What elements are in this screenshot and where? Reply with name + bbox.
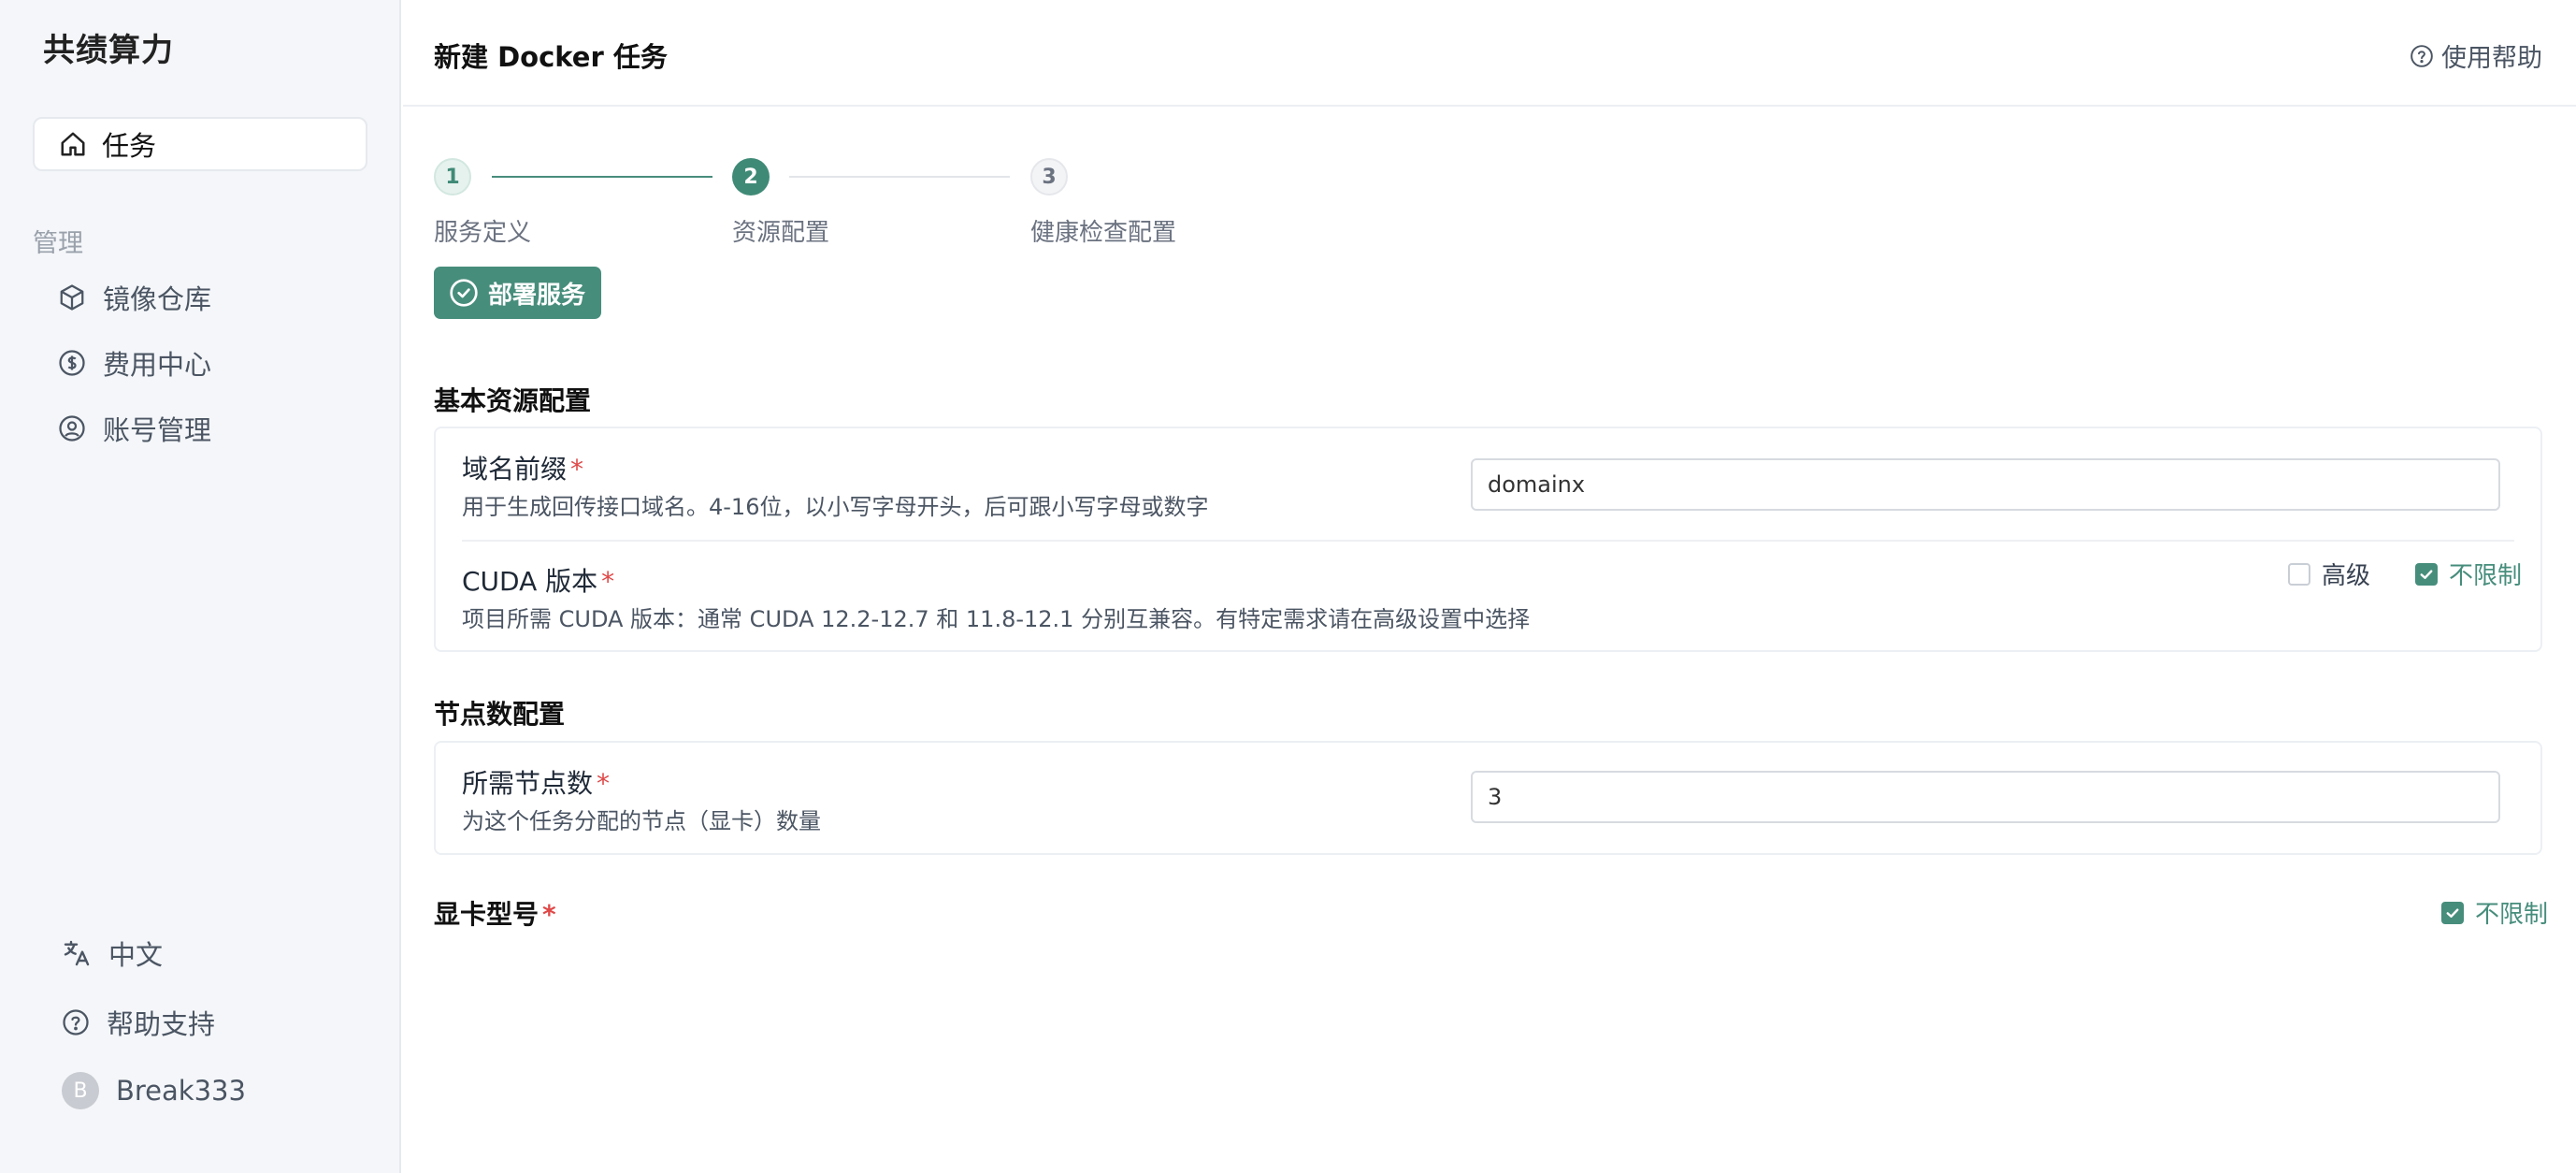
step-3-circle[interactable]: 3 — [1030, 158, 1068, 196]
sidebar-item-label: 镜像仓库 — [103, 283, 212, 315]
home-icon — [59, 130, 87, 158]
page-header: 新建 Docker 任务 使用帮助 — [403, 0, 2576, 107]
gpu-unlimited-label: 不限制 — [2475, 901, 2549, 929]
brand-logo-text: 共绩算力 — [43, 32, 174, 69]
cuda-version-description: 项目所需 CUDA 版本：通常 CUDA 12.2-12.7 和 11.8-12… — [462, 606, 1531, 632]
step-connector — [492, 176, 712, 178]
avatar: B — [62, 1072, 99, 1109]
sidebar-item-tasks[interactable]: 任务 — [33, 117, 367, 171]
usage-help-label: 使用帮助 — [2441, 44, 2542, 73]
gpu-model-heading-text: 显卡型号 — [434, 899, 540, 930]
gpu-unlimited-checkbox[interactable]: 不限制 — [2441, 895, 2548, 930]
sidebar-section-title: 管理 — [33, 229, 83, 258]
deploy-service-label: 部署服务 — [488, 281, 586, 310]
node-count-input[interactable] — [1471, 771, 2500, 823]
required-mark: * — [542, 899, 556, 930]
cuda-version-label-text: CUDA 版本 — [462, 566, 598, 597]
cuda-advanced-checkbox[interactable]: 高级 — [2288, 557, 2370, 591]
step-2-label: 资源配置 — [732, 219, 830, 247]
sidebar: 共绩算力 任务 管理 镜像仓库 费用中心 账号管理 中文 帮助支持 B Brea… — [0, 0, 401, 1173]
required-mark: * — [601, 566, 615, 597]
usage-help-link[interactable]: 使用帮助 — [2410, 37, 2542, 74]
sidebar-item-billing[interactable]: 费用中心 — [58, 342, 211, 384]
cuda-unlimited-label: 不限制 — [2449, 562, 2523, 590]
dollar-icon — [58, 349, 86, 377]
step-connector — [789, 176, 1010, 178]
required-mark: * — [597, 768, 611, 799]
sidebar-item-label: 任务 — [102, 130, 157, 162]
translate-icon — [62, 938, 92, 968]
domain-prefix-label: 域名前缀 * — [462, 449, 583, 486]
checkbox-unchecked — [2288, 562, 2310, 586]
username: Break333 — [116, 1075, 246, 1107]
gpu-model-heading: 显卡型号 * — [434, 894, 556, 932]
node-count-heading: 节点数配置 — [434, 699, 566, 730]
required-mark: * — [570, 454, 584, 485]
domain-prefix-input[interactable] — [1471, 458, 2500, 511]
domain-prefix-description: 用于生成回传接口域名。4-16位，以小写字母开头，后可跟小写字母或数字 — [462, 494, 1209, 520]
check-icon — [2415, 562, 2438, 586]
question-circle-icon — [62, 1008, 90, 1036]
language-switcher[interactable]: 中文 — [62, 933, 163, 974]
page-title: 新建 Docker 任务 — [434, 41, 668, 73]
sidebar-item-label: 账号管理 — [103, 414, 212, 446]
step-1-circle[interactable]: 1 — [434, 158, 471, 196]
cuda-advanced-label: 高级 — [2322, 562, 2371, 590]
language-label: 中文 — [108, 939, 164, 971]
user-profile[interactable]: B Break333 — [62, 1070, 246, 1111]
basic-resource-card: 域名前缀 * 用于生成回传接口域名。4-16位，以小写字母开头，后可跟小写字母或数… — [434, 427, 2542, 652]
help-support-link[interactable]: 帮助支持 — [62, 1002, 215, 1043]
help-support-label: 帮助支持 — [107, 1008, 216, 1040]
node-count-label-text: 所需节点数 — [462, 768, 594, 799]
step-3-label: 健康检查配置 — [1030, 219, 1177, 247]
node-count-description: 为这个任务分配的节点（显卡）数量 — [462, 808, 821, 834]
cube-icon — [58, 283, 86, 311]
domain-prefix-label-text: 域名前缀 — [462, 454, 568, 485]
sidebar-item-account[interactable]: 账号管理 — [58, 408, 211, 449]
node-count-label: 所需节点数 * — [462, 763, 610, 801]
user-circle-icon — [58, 414, 86, 442]
main-content: 新建 Docker 任务 使用帮助 1 2 3 服务定义 资源配置 健康检查配置 — [403, 0, 2576, 1173]
sidebar-item-image-registry[interactable]: 镜像仓库 — [58, 277, 211, 318]
step-2-circle[interactable]: 2 — [732, 158, 770, 196]
cuda-unlimited-checkbox[interactable]: 不限制 — [2415, 557, 2522, 591]
field-divider — [462, 540, 2514, 542]
question-circle-icon — [2410, 44, 2434, 68]
sidebar-item-label: 费用中心 — [103, 349, 212, 381]
check-circle-icon — [449, 278, 479, 308]
basic-resource-heading: 基本资源配置 — [434, 385, 592, 416]
check-icon — [2441, 901, 2464, 924]
step-1-label: 服务定义 — [434, 219, 532, 247]
deploy-service-button[interactable]: 部署服务 — [434, 267, 601, 319]
cuda-version-label: CUDA 版本 * — [462, 561, 614, 599]
node-count-card: 所需节点数 * 为这个任务分配的节点（显卡）数量 — [434, 741, 2542, 855]
